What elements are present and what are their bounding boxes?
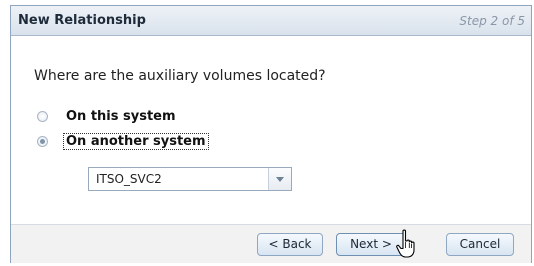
question-text: Where are the auxiliary volumes located? (34, 68, 326, 84)
chevron-down-icon[interactable] (268, 168, 291, 190)
dialog-title-bar: New Relationship Step 2 of 5 (11, 6, 531, 36)
cancel-button[interactable]: Cancel (446, 233, 514, 256)
system-select-value: ITSO_SVC2 (96, 172, 162, 186)
hand-pointer-icon (396, 229, 415, 258)
option-this-system-label[interactable]: On this system (64, 109, 178, 124)
step-indicator: Step 2 of 5 (459, 14, 525, 28)
system-select[interactable]: ITSO_SVC2 (88, 167, 292, 191)
option-another-system-label[interactable]: On another system (63, 133, 209, 150)
radio-another-system[interactable] (37, 136, 48, 147)
dialog-title: New Relationship (18, 13, 146, 28)
radio-this-system[interactable] (37, 111, 48, 122)
new-relationship-dialog: New Relationship Step 2 of 5 Where are t… (10, 5, 532, 263)
back-button[interactable]: < Back (257, 233, 323, 256)
dialog-footer: < Back Next > Cancel (11, 224, 531, 263)
